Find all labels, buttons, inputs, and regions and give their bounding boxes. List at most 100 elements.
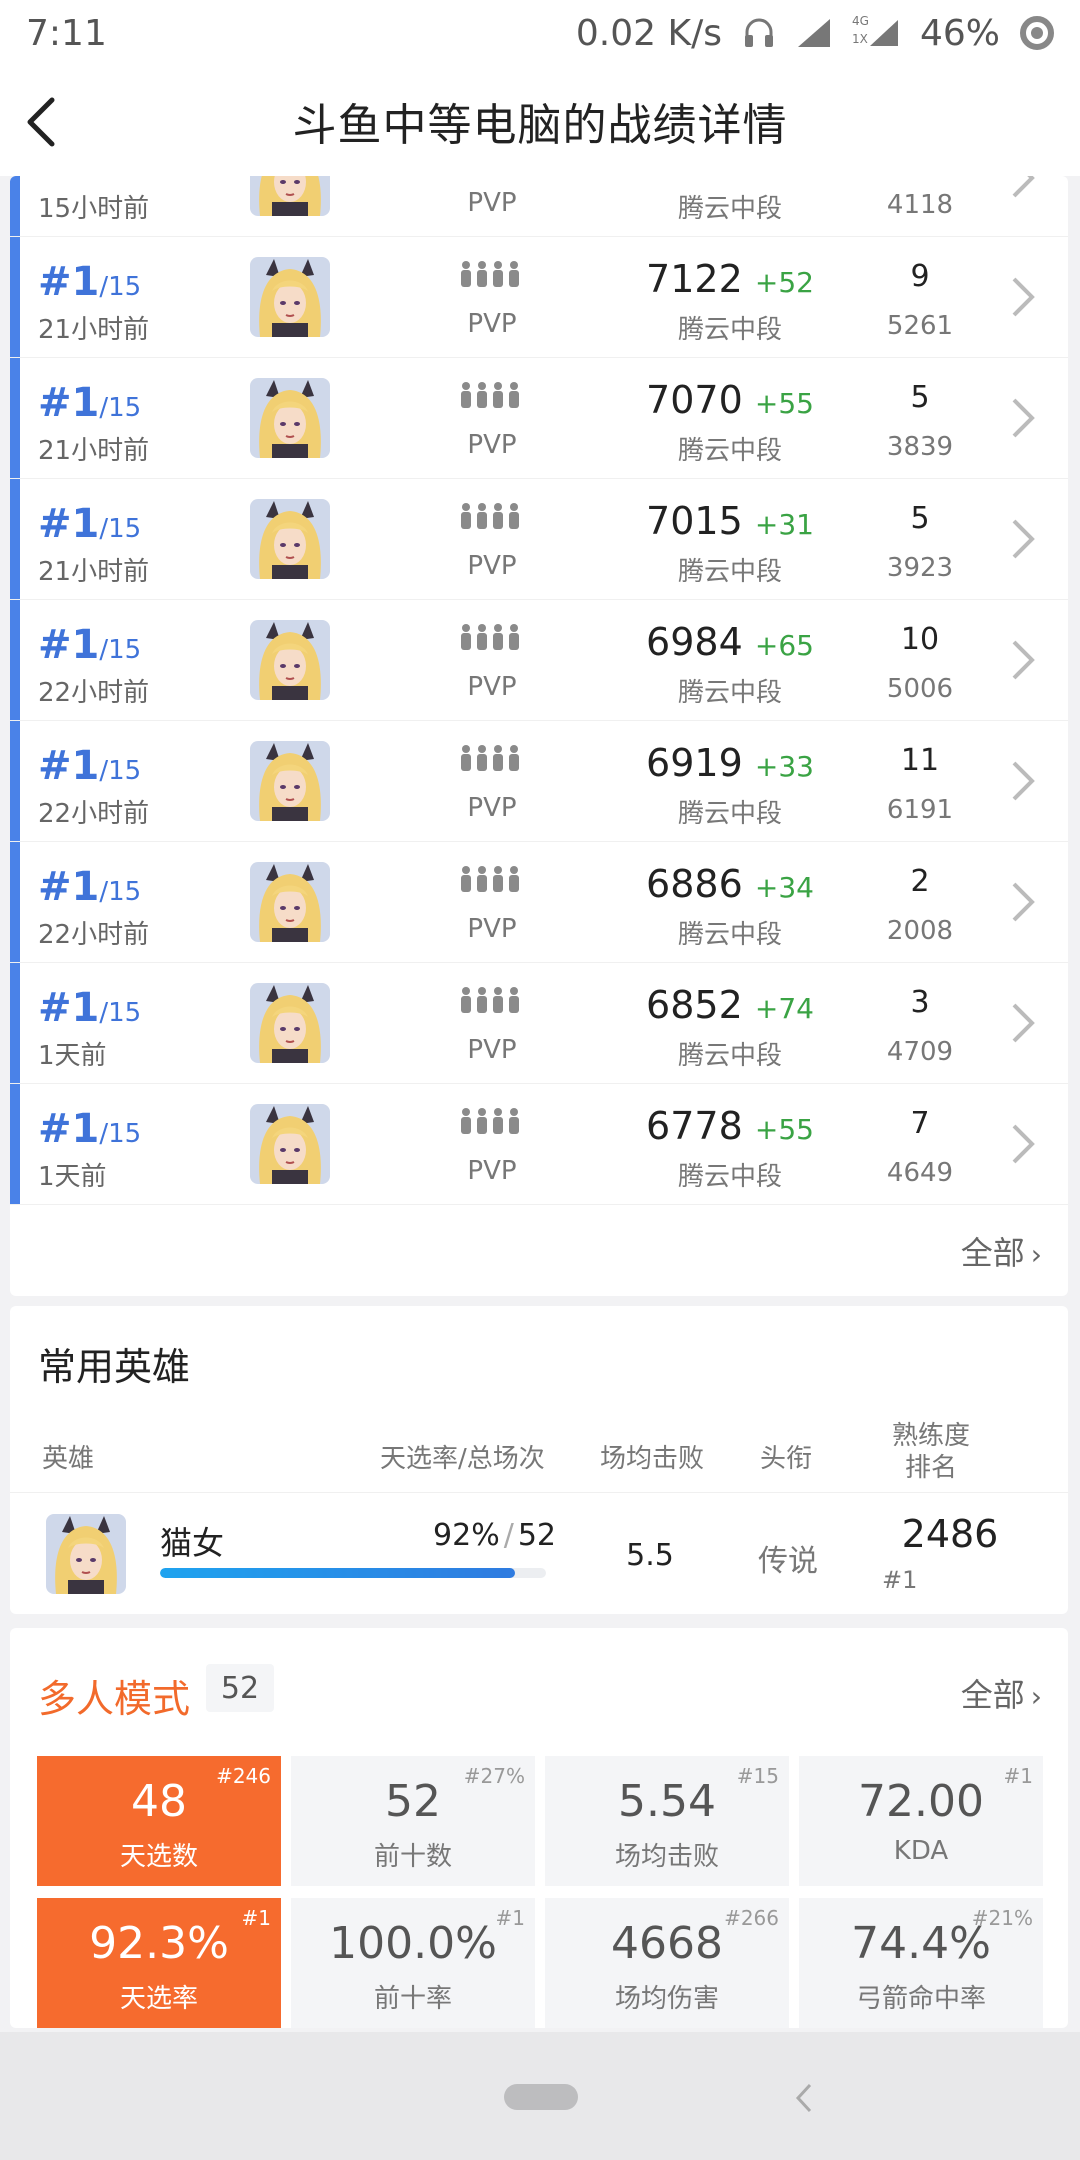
match-row[interactable]: #1/15 1天前 PVP 6852 +74 腾云中段 3 4709 [10,963,1068,1084]
home-pill[interactable] [504,2084,578,2110]
stat-tile: #27% 52 前十数 [291,1756,535,1886]
stat-tile: #21% 74.4% 弓箭命中率 [799,1898,1043,2028]
multi-all-label: 全部 [960,1676,1025,1714]
match-score-value: 6886 [646,862,743,906]
team-icon [461,987,519,1013]
cat-girl-avatar-icon [250,257,330,337]
hero-proficiency: 2486 [901,1512,999,1556]
hero-name: 猫女 [160,1524,225,1562]
match-row[interactable]: #1/15 1天前 PVP 6778 +55 腾云中段 7 4649 [10,1084,1068,1205]
hero-avg-kills: 5.5 [626,1538,674,1573]
chevron-right-icon [1012,277,1035,317]
cat-girl-avatar-icon [250,620,330,700]
match-rank-total: /15 [99,514,142,544]
circle-status-icon [1020,16,1054,50]
match-rank: #1/15 [38,259,141,305]
multiplayer-card: 多人模式 52 全部 › #246 48 天选数 #27% 52 前十数 #15 5.54 场均击… [10,1628,1068,2028]
net-speed: 0.02 K/s [575,12,722,54]
stat-value: 72.00 [858,1776,984,1827]
section-title: 多人模式 [38,1677,191,1721]
hero-avatar [46,1514,126,1594]
match-score-delta: +31 [754,508,814,541]
match-kills: 2 [910,864,930,899]
match-score-value: 6919 [646,741,743,785]
cat-girl-avatar-icon [250,499,330,579]
team-icon-wrap [458,380,522,410]
match-score-delta: +34 [754,871,814,904]
match-damage: 3839 [886,432,954,462]
chevron-right-icon [1012,640,1035,680]
chevron-right-icon [1012,882,1035,922]
match-rank: #1/15 [38,380,141,426]
cat-girl-avatar-icon [250,1104,330,1184]
chevron-right-icon [1012,1003,1035,1043]
match-tier: 腾云中段 [677,194,782,224]
matches-all-label: 全部 [960,1234,1025,1272]
hero-rate-percent: 92% [433,1518,500,1553]
match-tier: 腾云中段 [677,1041,782,1071]
match-rank-number: #1 [38,501,100,547]
col-title: 头衔 [760,1444,813,1474]
match-rank: #1/15 [38,985,141,1031]
status-bar: 7:11 0.02 K/s 4G 1X 46% [0,0,1080,66]
matches-all-link[interactable]: 全部 › [961,1228,1042,1274]
match-kills: 10 [900,622,940,657]
hero-games: 52 [517,1518,556,1553]
match-row[interactable]: #1/15 22小时前 PVP 6886 +34 腾云中段 2 2008 [10,842,1068,963]
stat-tile: #1 100.0% 前十率 [291,1898,535,2028]
match-rank: #1/15 [38,743,141,789]
hero-avatar [250,620,330,700]
cat-girl-avatar-icon [250,378,330,458]
match-time: 22小时前 [38,799,150,829]
nav-back-icon[interactable] [794,2082,814,2114]
match-mode: PVP [467,1035,517,1065]
match-mode: PVP [467,430,517,460]
match-time: 21小时前 [38,557,150,587]
match-time: 22小时前 [38,920,150,950]
match-mode: PVP [467,672,517,702]
hero-avatar [250,862,330,942]
chevron-right-icon [1012,398,1035,438]
match-kills: 3 [910,985,930,1020]
match-row-partial[interactable]: 15小时前 PVP 腾云中段 4118 [10,176,1068,237]
match-rank-number: #1 [38,259,100,305]
page-title: 斗鱼中等电脑的战绩详情 [292,100,788,151]
stat-value: 74.4% [851,1918,991,1969]
hero-title: 传说 [758,1544,818,1579]
match-rank-total: /15 [99,756,142,786]
frequent-heroes-card: 常用英雄 英雄 天选率/总场次 场均击败 头衔 熟练度 排名 猫女 92%/52… [10,1306,1068,1614]
match-row[interactable]: #1/15 21小时前 PVP 7070 +55 腾云中段 5 3839 [10,358,1068,479]
back-arrow-icon[interactable] [22,94,62,150]
match-rank: #1/15 [38,864,141,910]
match-score-value: 7122 [646,257,743,301]
match-row[interactable]: #1/15 21小时前 PVP 7015 +31 腾云中段 5 3923 [10,479,1068,600]
match-score: 6886 +34 [610,862,850,906]
match-damage: 5261 [886,311,954,341]
match-rank-number: #1 [38,864,100,910]
match-score-delta: +55 [754,1113,814,1146]
stat-value: 52 [385,1776,441,1827]
match-mode: PVP [467,793,517,823]
cat-girl-avatar-icon [250,983,330,1063]
match-row[interactable]: #1/15 22小时前 PVP 6984 +65 腾云中段 10 5006 [10,600,1068,721]
match-score: 7015 +31 [610,499,850,543]
col-avg-kills: 场均击败 [600,1444,705,1474]
chevron-right-icon [1012,1124,1035,1164]
match-rank-number: #1 [38,985,100,1031]
col-proficiency-line2: 排名 [905,1453,958,1483]
hero-avatar [250,257,330,337]
match-score-value: 6778 [646,1104,743,1148]
games-count-badge: 52 [206,1664,274,1712]
hero-rate-sep: / [503,1518,514,1553]
match-row[interactable]: #1/15 21小时前 PVP 7122 +52 腾云中段 9 5261 [10,237,1068,358]
team-icon-wrap [458,1106,522,1136]
match-rank-total: /15 [99,393,142,423]
stat-value: 5.54 [618,1776,716,1827]
row-accent-bar [10,176,20,236]
stat-label: 前十数 [373,1842,452,1872]
multi-all-link[interactable]: 全部 › [961,1670,1042,1716]
match-row[interactable]: #1/15 22小时前 PVP 6919 +33 腾云中段 11 6191 [10,721,1068,842]
hero-rate-bar [160,1568,546,1578]
team-icon [461,866,519,892]
match-damage: 3923 [886,553,954,583]
